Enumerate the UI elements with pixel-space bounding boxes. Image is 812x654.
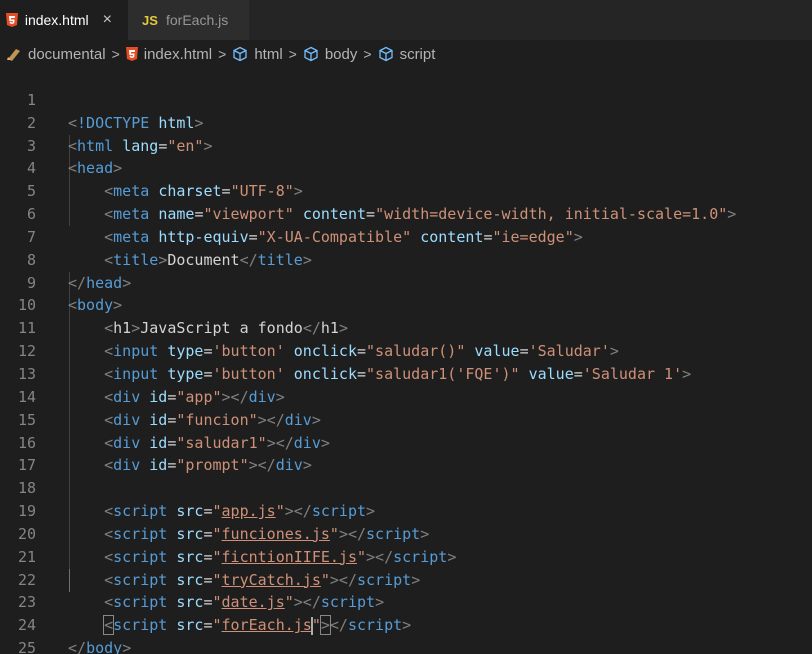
code-line: 25 </html> — [0, 614, 812, 654]
code-editor[interactable]: 1 <!DOCTYPE html> 2 <html lang="en"> 3 <… — [0, 66, 812, 654]
code-line: 17 — [0, 432, 812, 474]
code-line: 4 <meta charset="UTF-8"> — [0, 135, 812, 200]
cube-icon — [304, 46, 318, 62]
tab-bar: index.html × JS forEach.js — [0, 0, 812, 40]
code-line: 18 <script src="app.js"></script> — [0, 454, 812, 520]
breadcrumb-item-script[interactable]: script — [378, 45, 436, 63]
close-icon[interactable]: × — [101, 11, 114, 29]
tab-foreach-js[interactable]: JS forEach.js — [128, 0, 249, 40]
cube-icon — [378, 46, 393, 62]
code-line: 13 <div id="app"></div> — [0, 340, 812, 406]
code-line: 10 <h1>JavaScript a fondo</h1> — [0, 272, 812, 337]
line-number: 25 — [17, 639, 36, 654]
breadcrumb-label: script — [399, 45, 436, 63]
chevron-right-icon: > — [288, 46, 297, 62]
code-line: 2 <html lang="en"> — [0, 89, 812, 155]
folder-icon — [7, 49, 20, 61]
breadcrumb-label: documental — [28, 45, 106, 63]
breadcrumb-label: index.html — [143, 45, 213, 63]
chevron-right-icon: > — [363, 46, 372, 62]
code-line: 6 <meta http-equiv="X-UA-Compatible" con… — [0, 180, 812, 246]
code-line-current: 23 <script src="forEach.js"></script> — [0, 569, 812, 636]
js-icon: JS — [142, 12, 158, 28]
html5-icon — [125, 47, 138, 61]
code-line: 11 <input type='button' onclick="saludar… — [0, 294, 812, 360]
tab-index-html[interactable]: index.html × — [0, 0, 128, 40]
code-line: 12 <input type='button' onclick="saludar… — [0, 317, 812, 383]
code-line: 14 <div id="funcion"></div> — [0, 363, 812, 429]
code-line: 1 <!DOCTYPE html> — [0, 66, 812, 132]
breadcrumb-item-html[interactable]: html — [232, 45, 283, 63]
breadcrumb-item-file[interactable]: index.html — [125, 45, 213, 63]
chevron-right-icon: > — [111, 46, 120, 62]
code-line: 8 </head> — [0, 226, 812, 292]
tab-label: forEach.js — [166, 12, 229, 28]
breadcrumb: documental > index.html > html > body > … — [0, 40, 812, 68]
code-line: 21 <script src="tryCatch.js"></script> — [0, 523, 812, 589]
code-line: 16 <div id="prompt"></div> — [0, 409, 812, 475]
breadcrumb-item-folder[interactable]: documental — [6, 46, 106, 63]
breadcrumb-label: html — [254, 45, 283, 63]
code-line: 7 <title>Document</title> — [0, 203, 812, 269]
html5-icon — [0, 13, 25, 27]
code-line: 3 <head> — [0, 112, 812, 178]
breadcrumb-item-body[interactable]: body — [303, 45, 358, 63]
code-line: 22 <script src="date.js"></script> — [0, 546, 812, 612]
breadcrumb-label: body — [324, 45, 358, 63]
code-line: 5 <meta name="viewport" content="width=d… — [0, 157, 812, 223]
code-line: 20 <script src="ficntionIIFE.js"></scrip… — [0, 500, 812, 566]
chevron-right-icon: > — [218, 46, 227, 62]
code-line: 24 </body> — [0, 591, 812, 654]
code-line: 9 <body> — [0, 249, 812, 315]
cube-icon — [233, 46, 247, 62]
code-line: 15 <div id="saludar1"></div> — [0, 386, 812, 452]
tab-label: index.html — [24, 12, 89, 28]
code-line: 19 <script src="funciones.js"></script> — [0, 477, 812, 543]
